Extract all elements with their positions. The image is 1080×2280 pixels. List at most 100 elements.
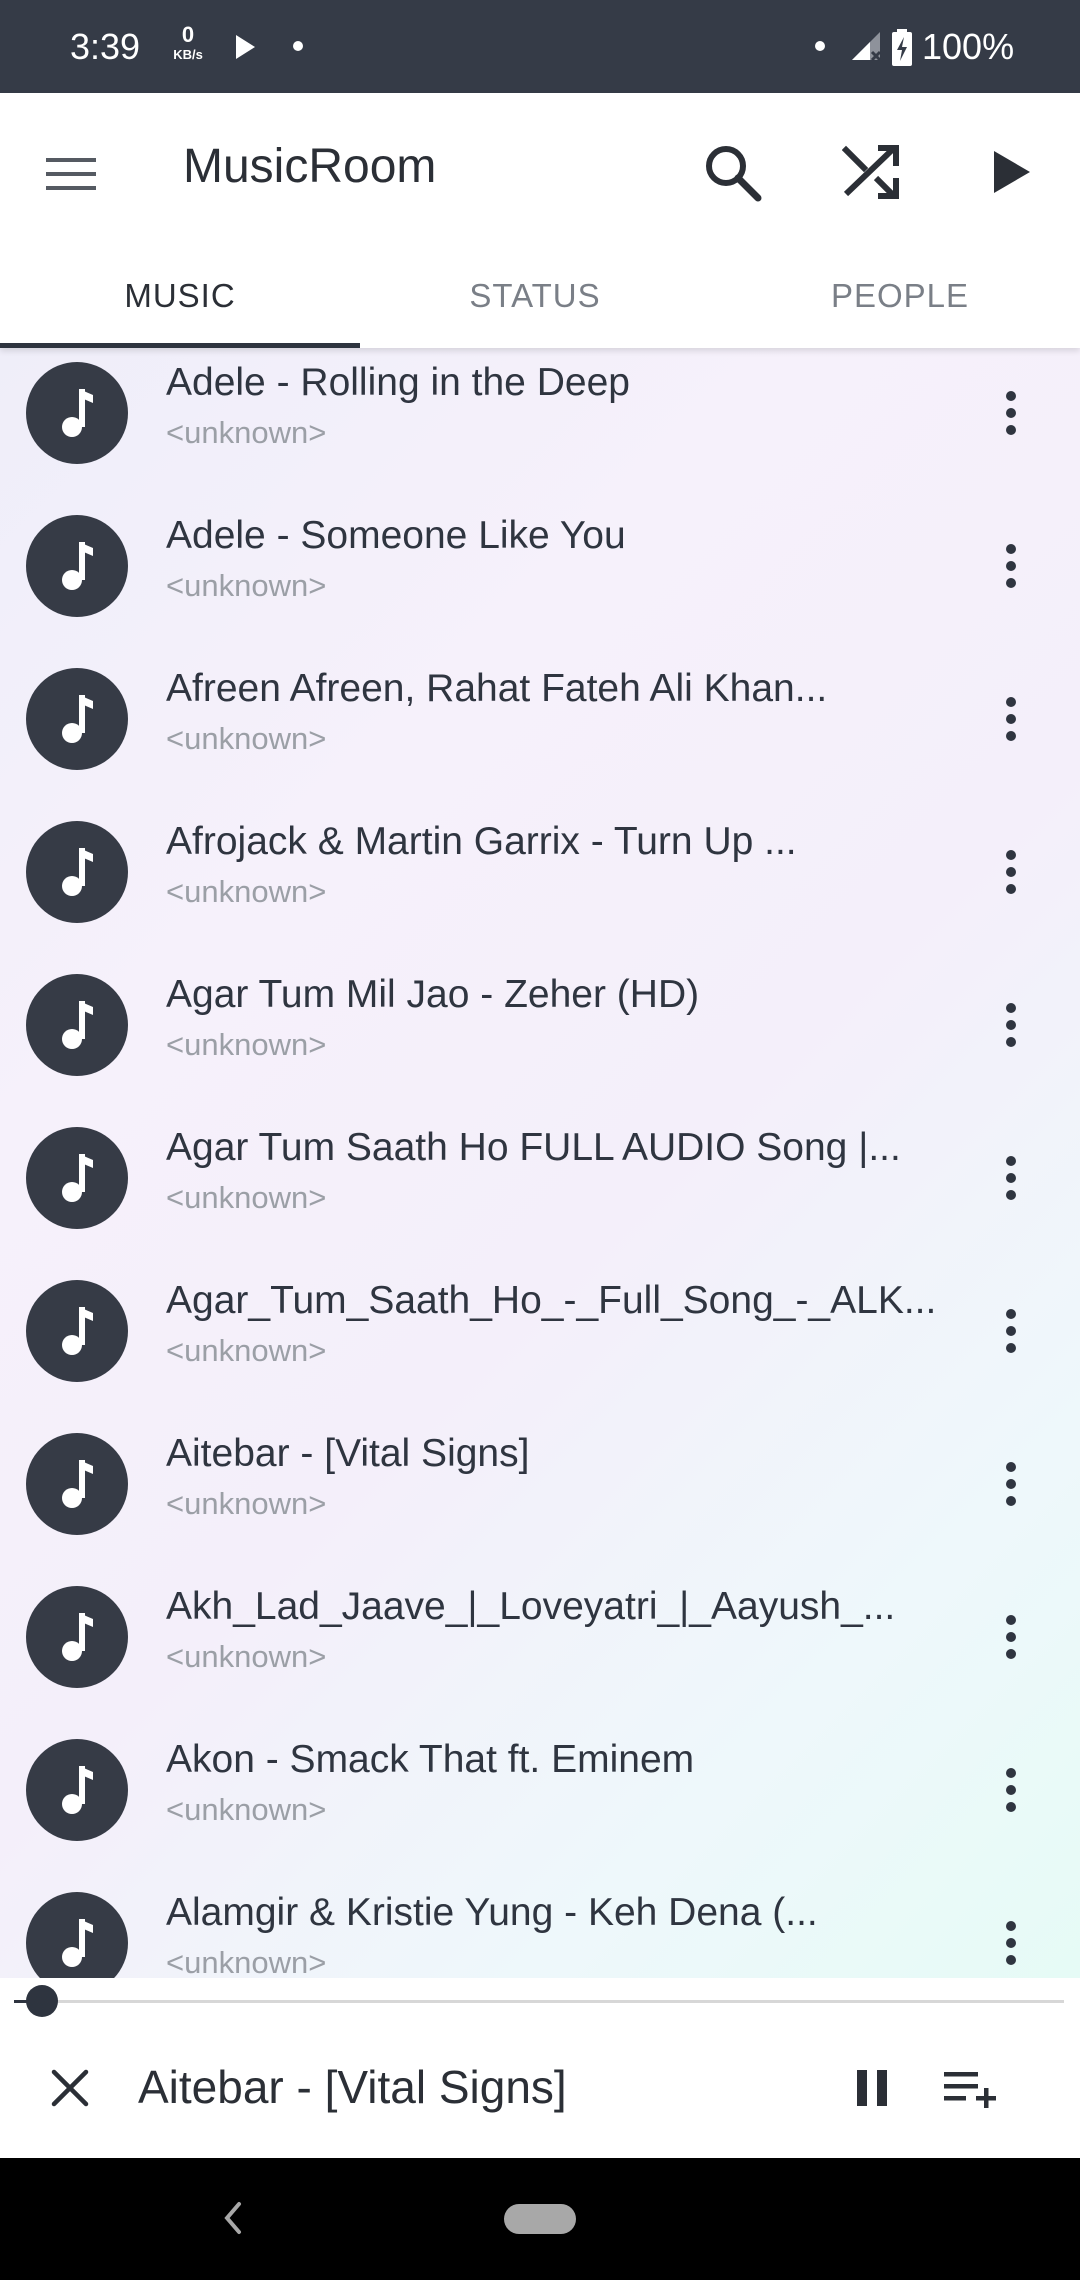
more-vertical-icon [1006,391,1016,435]
song-avatar [26,1586,128,1688]
more-vertical-icon [1006,1921,1016,1965]
song-options-button[interactable] [986,1444,1036,1524]
song-options-button[interactable] [986,832,1036,912]
song-title: Agar_Tum_Saath_Ho_-_Full_Song_-_ALK... [166,1279,937,1322]
song-artist: <unknown> [166,721,327,756]
music-note-icon [62,848,93,896]
song-artist: <unknown> [166,1180,327,1215]
list-item[interactable]: Afreen Afreen, Rahat Fateh Ali Khan... <… [0,643,1080,796]
song-artist: <unknown> [166,1333,327,1368]
song-avatar [26,1433,128,1535]
notification-dot-icon [815,41,825,51]
list-item[interactable]: Agar Tum Saath Ho FULL AUDIO Song |... <… [0,1102,1080,1255]
song-options-button[interactable] [986,1138,1036,1218]
signal-icon [852,32,882,62]
search-button[interactable] [690,127,774,217]
list-item[interactable]: Akon - Smack That ft. Eminem <unknown> [0,1714,1080,1867]
status-time: 3:39 [70,26,141,67]
back-button[interactable] [210,2188,256,2248]
tab-bar: MUSIC STATUS PEOPLE [0,243,1080,348]
song-title: Agar Tum Mil Jao - Zeher (HD) [166,973,700,1016]
media-playing-icon [236,35,255,59]
music-note-icon [62,1766,93,1814]
list-item[interactable]: Aitebar - [Vital Signs] <unknown> [0,1408,1080,1561]
song-title: Agar Tum Saath Ho FULL AUDIO Song |... [166,1126,901,1169]
song-artist: <unknown> [166,874,327,909]
network-speed-unit: KB/s [173,47,203,62]
play-all-button[interactable] [970,127,1054,217]
song-options-button[interactable] [986,1903,1036,1978]
song-options-button[interactable] [986,679,1036,759]
more-vertical-icon [1006,1003,1016,1047]
tab-status[interactable]: STATUS [355,243,715,348]
shuffle-icon [842,145,899,199]
seek-bar-thumb[interactable] [26,1985,59,2017]
list-item[interactable]: Adele - Rolling in the Deep <unknown> [0,348,1080,490]
play-icon [994,151,1030,193]
battery-percent: 100% [922,26,1015,67]
system-nav-bar [0,2158,1080,2280]
more-vertical-icon [1006,1156,1016,1200]
list-item[interactable]: Agar Tum Mil Jao - Zeher (HD) <unknown> [0,949,1080,1102]
more-vertical-icon [1006,850,1016,894]
music-note-icon [62,389,93,437]
list-item[interactable]: Alamgir & Kristie Yung - Keh Dena (... <… [0,1867,1080,1978]
song-artist: <unknown> [166,415,327,450]
song-avatar [26,1739,128,1841]
now-playing-title: Aitebar - [Vital Signs] [138,2061,567,2113]
home-pill-button[interactable] [504,2204,576,2234]
more-vertical-icon [1006,1615,1016,1659]
song-avatar [26,1127,128,1229]
song-options-button[interactable] [986,1291,1036,1371]
list-item[interactable]: Akh_Lad_Jaave_|_Loveyatri_|_Aayush_... <… [0,1561,1080,1714]
song-avatar [26,362,128,464]
music-note-icon [62,1001,93,1049]
tab-indicator [0,343,360,348]
search-icon [706,146,762,202]
song-list[interactable]: Adele - Rolling in the Deep <unknown> Ad… [0,348,1080,1978]
more-vertical-icon [1006,544,1016,588]
close-icon [51,2069,89,2107]
song-options-button[interactable] [986,1597,1036,1677]
song-title: Akh_Lad_Jaave_|_Loveyatri_|_Aayush_... [166,1585,896,1628]
song-title: Afreen Afreen, Rahat Fateh Ali Khan... [166,667,828,710]
pause-icon [857,2070,887,2106]
list-item[interactable]: Afrojack & Martin Garrix - Turn Up ... <… [0,796,1080,949]
pause-button[interactable] [840,2056,904,2120]
song-options-button[interactable] [986,1750,1036,1830]
shuffle-button[interactable] [830,127,914,217]
song-artist: <unknown> [166,1945,327,1978]
more-vertical-icon [1006,697,1016,741]
tab-people[interactable]: PEOPLE [720,243,1080,348]
list-item[interactable]: Agar_Tum_Saath_Ho_-_Full_Song_-_ALK... <… [0,1255,1080,1408]
list-item[interactable]: Adele - Someone Like You <unknown> [0,490,1080,643]
music-note-icon [62,695,93,743]
tab-music[interactable]: MUSIC [0,243,360,348]
song-options-button[interactable] [986,373,1036,453]
music-note-icon [62,1307,93,1355]
notification-dot-icon [293,41,303,51]
network-speed-value: 0 [181,22,195,47]
song-avatar [26,1280,128,1382]
music-note-icon [62,1919,93,1967]
song-avatar [26,974,128,1076]
close-player-button[interactable] [38,2056,102,2120]
more-vertical-icon [1006,1309,1016,1353]
music-note-icon [62,1460,93,1508]
music-note-icon [62,1613,93,1661]
song-title: Alamgir & Kristie Yung - Keh Dena (... [166,1891,818,1934]
network-speed: 0 KB/s [168,22,208,62]
song-options-button[interactable] [986,526,1036,606]
add-to-queue-button[interactable] [940,2056,1004,2120]
seek-bar-track[interactable] [14,2000,1064,2003]
status-bar: 3:39 0 KB/s 100% [0,0,1080,93]
song-avatar [26,821,128,923]
song-options-button[interactable] [986,985,1036,1065]
mini-player: Aitebar - [Vital Signs] [0,1978,1080,2158]
song-artist: <unknown> [166,1639,327,1674]
playlist-add-icon [944,2072,996,2108]
app-bar: MusicRoom MUSIC STATUS PEOPLE [0,93,1080,348]
menu-button[interactable] [40,143,102,205]
hamburger-menu-icon [46,158,96,190]
music-note-icon [62,542,93,590]
